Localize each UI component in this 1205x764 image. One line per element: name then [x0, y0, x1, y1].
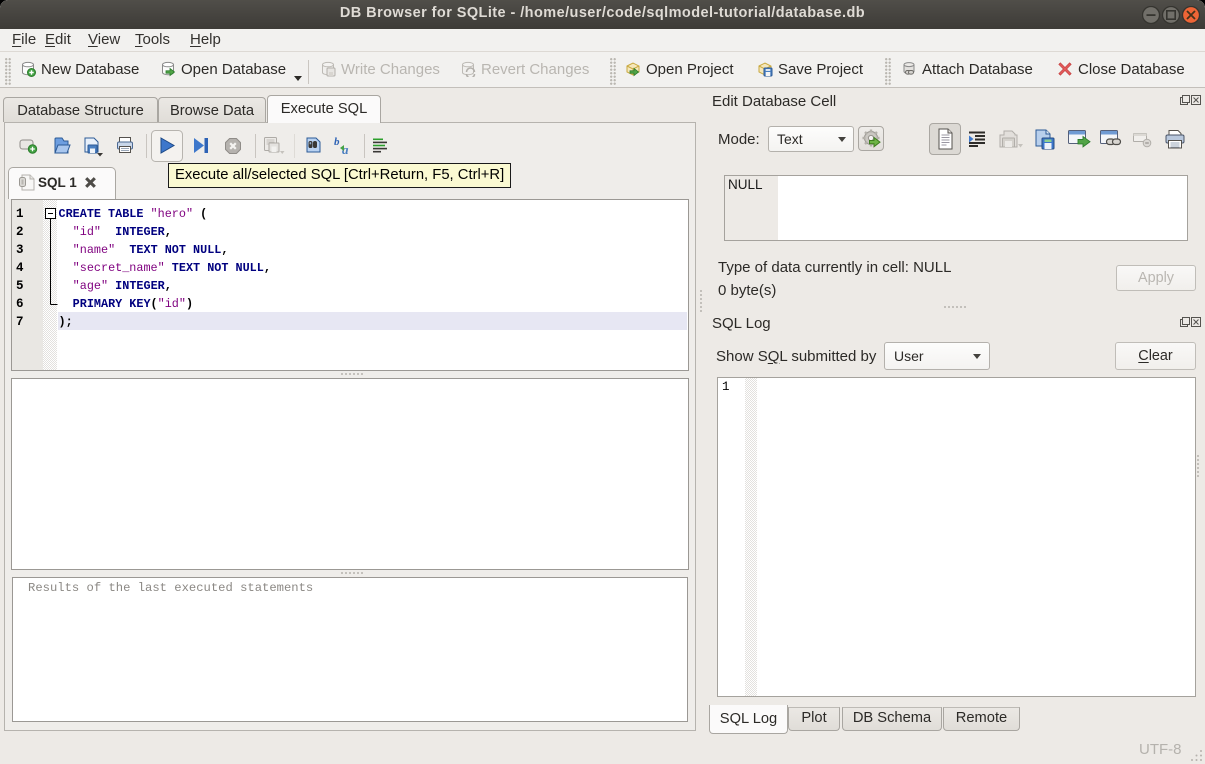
svg-text:b: b — [334, 136, 340, 148]
